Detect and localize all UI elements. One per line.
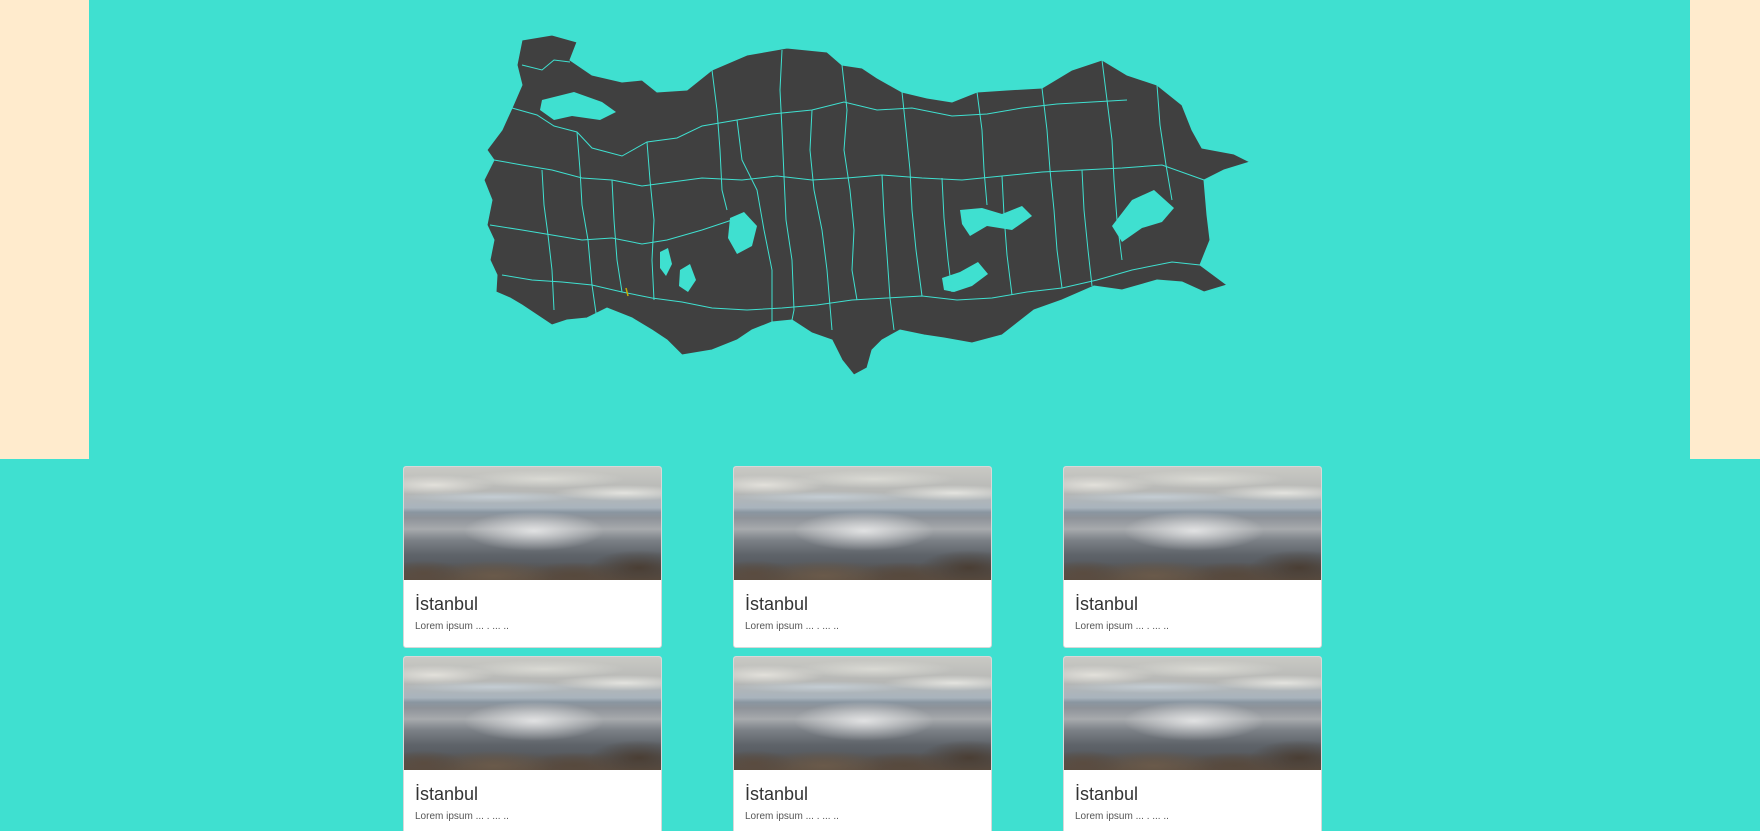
turkey-map-svg[interactable] [482, 30, 1302, 400]
card-text: Lorem ipsum ... . ... .. [1075, 811, 1169, 822]
city-card[interactable]: İstanbul Lorem ipsum ... . ... .. [733, 656, 992, 831]
card-title: İstanbul [1075, 594, 1139, 614]
sea-shore-image [1064, 657, 1321, 770]
right-side-panel [1690, 0, 1760, 459]
turkey-map[interactable] [482, 30, 1302, 400]
city-card[interactable]: İstanbul Lorem ipsum ... . ... .. [1063, 656, 1322, 831]
city-card[interactable]: İstanbul Lorem ipsum ... . ... .. [733, 466, 992, 648]
city-cards-grid: İstanbul Lorem ipsum ... . ... .. İstanb… [403, 466, 1323, 831]
card-title: İstanbul [745, 594, 809, 614]
city-card[interactable]: İstanbul Lorem ipsum ... . ... .. [403, 656, 662, 831]
card-text: Lorem ipsum ... . ... .. [415, 621, 509, 632]
card-text: Lorem ipsum ... . ... .. [1075, 621, 1169, 632]
left-side-panel [0, 0, 89, 459]
sea-shore-image [404, 467, 661, 580]
card-text: Lorem ipsum ... . ... .. [415, 811, 509, 822]
sea-shore-image [734, 657, 991, 770]
sea-shore-image [734, 467, 991, 580]
page: İstanbul Lorem ipsum ... . ... .. İstanb… [0, 0, 1760, 831]
sea-shore-image [404, 657, 661, 770]
card-title: İstanbul [415, 784, 479, 804]
card-title: İstanbul [415, 594, 479, 614]
card-title: İstanbul [1075, 784, 1139, 804]
city-card[interactable]: İstanbul Lorem ipsum ... . ... .. [1063, 466, 1322, 648]
sea-shore-image [1064, 467, 1321, 580]
card-title: İstanbul [745, 784, 809, 804]
card-text: Lorem ipsum ... . ... .. [745, 621, 839, 632]
card-text: Lorem ipsum ... . ... .. [745, 811, 839, 822]
city-card[interactable]: İstanbul Lorem ipsum ... . ... .. [403, 466, 662, 648]
